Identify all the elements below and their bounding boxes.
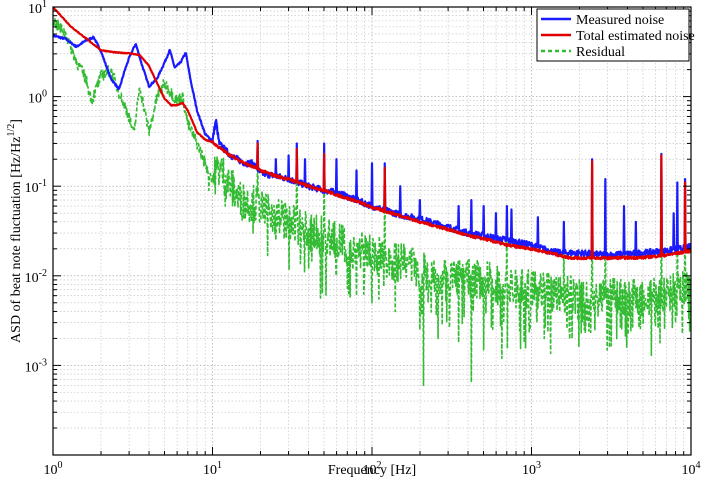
y-tick-label: 10-1 xyxy=(25,178,47,196)
x-tick-label: 101 xyxy=(203,460,222,478)
legend-label-measured: Measured noise xyxy=(576,13,664,28)
y-tick-label: 10-3 xyxy=(25,357,47,375)
y-tick-label: 101 xyxy=(28,0,47,17)
legend-label-estimated: Total estimated noise xyxy=(576,29,695,44)
asd-chart: 100 101 102 103 104 10-310-210-1100101 Frequ… xyxy=(6,0,701,478)
legend: Measured noise Total estimated noise Res… xyxy=(536,8,695,62)
y-tick-label: 100 xyxy=(28,89,47,107)
x-axis-label: Frequency [Hz] xyxy=(328,463,416,478)
x-tick-label: 104 xyxy=(682,460,701,478)
x-tick-label: 103 xyxy=(522,460,541,478)
legend-label-residual: Residual xyxy=(576,45,625,60)
y-axis-label: ASD of beat note fluctuation [Hz/Hz1/2] xyxy=(6,119,24,343)
y-tick-label: 10-2 xyxy=(25,268,47,286)
y-tick-labels: 10-3 10-2 10-1 100 101 xyxy=(25,0,47,375)
x-tick-label: 100 xyxy=(44,460,63,478)
